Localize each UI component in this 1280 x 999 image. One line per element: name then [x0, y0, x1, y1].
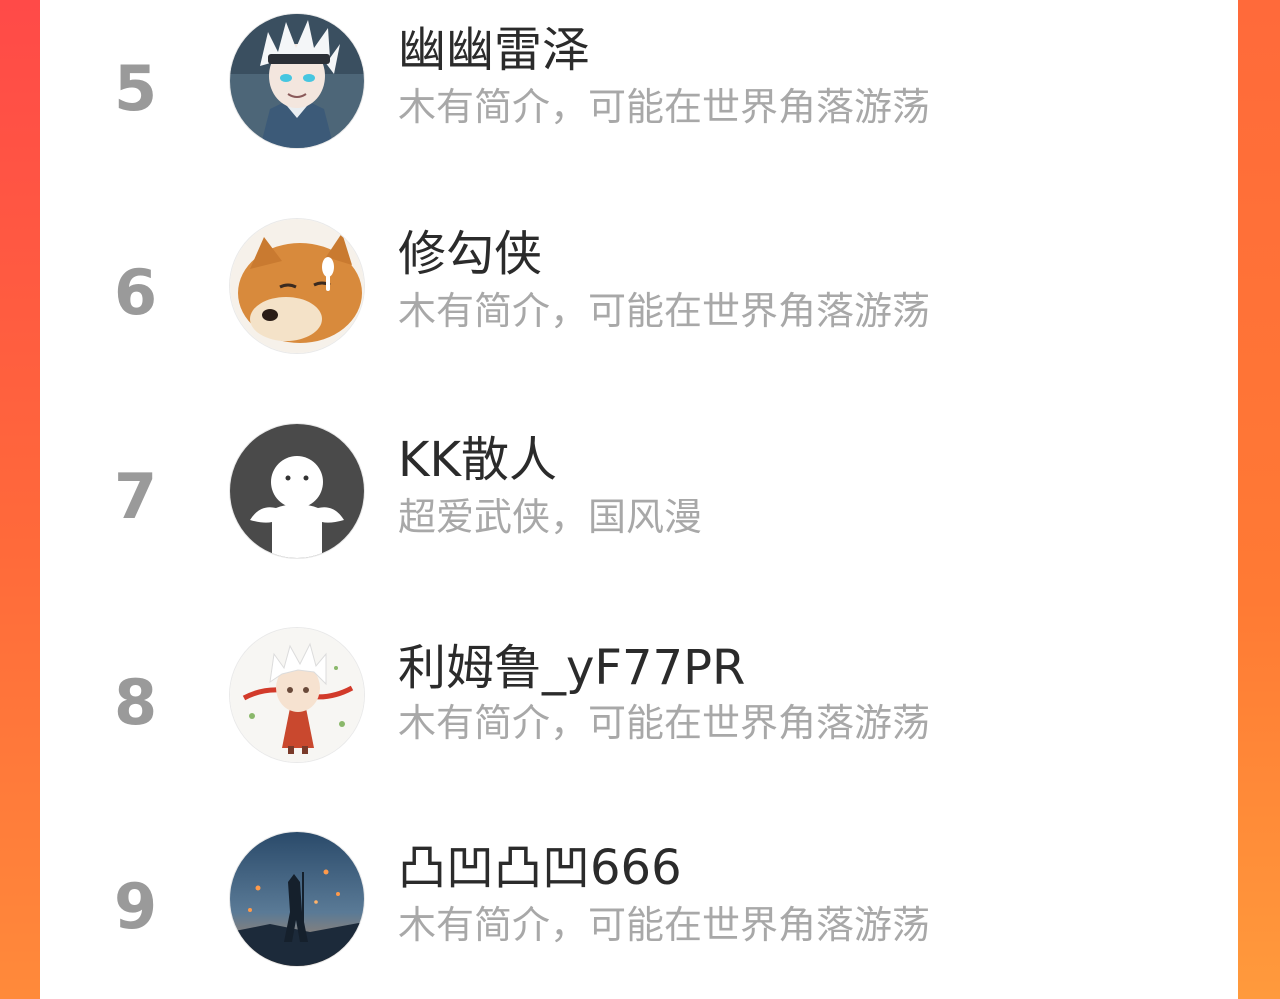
ranking-list: 5 幽幽雷泽 木有简介，可能在世界角落游荡 6 修勾侠 木有简介，可能在世界角落…	[40, 0, 1238, 999]
night-sky-avatar[interactable]	[230, 832, 364, 966]
user-bio: 超爱武侠，国风漫	[398, 495, 703, 539]
user-name[interactable]: 幽幽雷泽	[398, 26, 590, 74]
rank-number: 7	[114, 460, 158, 533]
rank-number: 8	[114, 666, 158, 739]
rank-number: 9	[114, 870, 158, 943]
user-bio: 木有简介，可能在世界角落游荡	[398, 701, 931, 745]
list-item[interactable]: 8 利姆鲁_yF77PR 木有简介，可能在世界角落游荡	[40, 624, 1238, 774]
background-right-edge	[1238, 0, 1280, 999]
user-bio: 木有简介，可能在世界角落游荡	[398, 85, 931, 129]
shiba-dog-avatar[interactable]	[230, 219, 364, 353]
rank-number: 6	[114, 256, 158, 329]
user-bio: 木有简介，可能在世界角落游荡	[398, 289, 931, 333]
list-item[interactable]: 7 KK散人 超爱武侠，国风漫	[40, 418, 1238, 568]
user-name[interactable]: 修勾侠	[398, 230, 542, 278]
user-name[interactable]: 凸凹凸凹666	[398, 844, 682, 892]
chibi-boy-avatar[interactable]	[230, 628, 364, 762]
user-name[interactable]: 利姆鲁_yF77PR	[398, 644, 745, 692]
list-item[interactable]: 5 幽幽雷泽 木有简介，可能在世界角落游荡	[40, 6, 1238, 156]
rank-number: 5	[114, 52, 158, 125]
anime-boy-avatar[interactable]	[230, 14, 364, 148]
user-bio: 木有简介，可能在世界角落游荡	[398, 903, 931, 947]
default-user-avatar[interactable]	[230, 424, 364, 558]
list-item[interactable]: 6 修勾侠 木有简介，可能在世界角落游荡	[40, 212, 1238, 362]
user-name[interactable]: KK散人	[398, 436, 557, 484]
list-item[interactable]: 9 凸凹凸凹666 木有简介，可能在世界角落游荡	[40, 830, 1238, 980]
